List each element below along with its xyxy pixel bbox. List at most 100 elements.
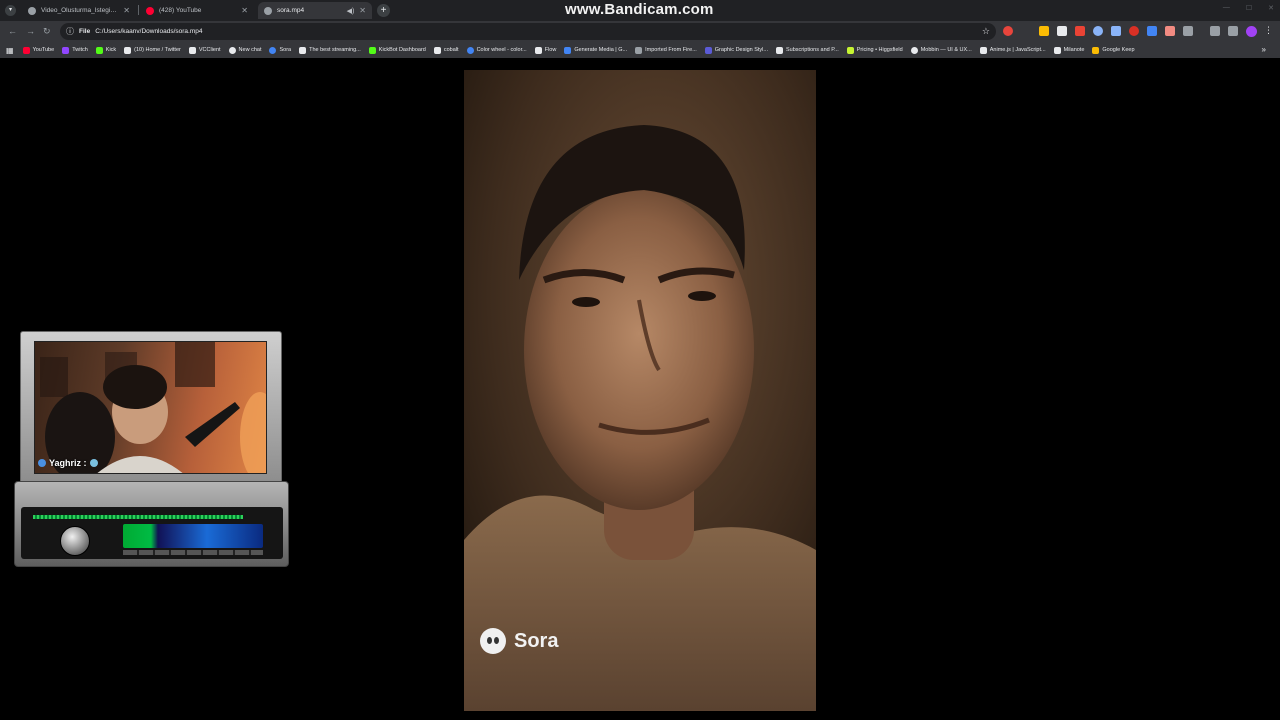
bookmark-youtube[interactable]: YouTube bbox=[19, 46, 59, 54]
bookmark-star-icon[interactable]: ☆ bbox=[982, 26, 990, 37]
url-text[interactable]: C:/Users/kaanv/Downloads/sora.mp4 bbox=[95, 28, 202, 35]
more-menu-icon[interactable]: ⋮ bbox=[1264, 25, 1273, 36]
bookmark-cobalt[interactable]: cobalt bbox=[430, 46, 463, 54]
bookmark-twitch[interactable]: Twitch bbox=[58, 46, 92, 54]
bookmark-google-keep[interactable]: Google Keep bbox=[1088, 46, 1138, 54]
url-scheme: File bbox=[79, 28, 91, 35]
tab-label: (428) YouTube bbox=[159, 7, 202, 14]
bookmark-sora[interactable]: Sora bbox=[265, 46, 295, 54]
bookmark-favicon bbox=[979, 46, 987, 54]
bookmark-label: Anime.js | JavaScript... bbox=[989, 47, 1046, 53]
google-keep-icon bbox=[1092, 46, 1100, 54]
bookmark-graphic-design[interactable]: Graphic Design Styl... bbox=[701, 46, 772, 54]
media-control-icon[interactable] bbox=[1228, 26, 1238, 36]
kickbot-icon bbox=[368, 46, 376, 54]
sora-watermark: Sora bbox=[480, 628, 558, 654]
bookmarks-overflow-icon[interactable]: » bbox=[1262, 45, 1266, 54]
emote-icon bbox=[89, 459, 98, 467]
webcam-username-label: Yaghriz : bbox=[38, 458, 98, 468]
flow-icon bbox=[534, 46, 542, 54]
apps-grid-icon[interactable]: ▦ bbox=[6, 46, 19, 55]
color-wheel-icon bbox=[466, 46, 474, 54]
bookmark-kickbot[interactable]: KickBot Dashboard bbox=[365, 46, 430, 54]
bookmark-label: Mobbin — UI & UX... bbox=[920, 47, 972, 53]
bookmark-label: YouTube bbox=[32, 47, 55, 53]
bookmark-animejs[interactable]: Anime.js | JavaScript... bbox=[976, 46, 1050, 54]
bookmark-favicon bbox=[188, 46, 196, 54]
maximize-icon[interactable]: ☐ bbox=[1246, 4, 1252, 12]
bookmark-label: Milanote bbox=[1063, 47, 1085, 53]
bookmark-vcclient[interactable]: VCClient bbox=[185, 46, 225, 54]
download-icon[interactable] bbox=[1210, 26, 1220, 36]
close-icon[interactable]: ✕ bbox=[123, 6, 130, 15]
bookmark-label: cobalt bbox=[443, 47, 459, 53]
extension-icon[interactable] bbox=[1057, 26, 1067, 36]
tab-label: sora.mp4 bbox=[277, 7, 305, 14]
bookmark-new-chat[interactable]: New chat bbox=[225, 46, 266, 54]
tab-label: Video_Olusturma_Istegi.mp4 bbox=[41, 7, 119, 14]
sora-logo-icon bbox=[480, 628, 506, 654]
minimize-icon[interactable]: — bbox=[1223, 4, 1230, 12]
bookmark-imported-folder[interactable]: Imported From Fire... bbox=[631, 46, 701, 54]
bookmark-mobbin[interactable]: Mobbin — UI & UX... bbox=[907, 46, 976, 54]
speaker-icon[interactable]: ◀) bbox=[347, 7, 355, 15]
bookmark-generate-media[interactable]: Generate Media | G... bbox=[560, 46, 631, 54]
address-bar[interactable]: ⓘ File C:/Users/kaanv/Downloads/sora.mp4… bbox=[60, 23, 996, 40]
extension-shield-icon[interactable] bbox=[1039, 26, 1049, 36]
openai-icon bbox=[228, 46, 236, 54]
bookmark-label: Subscriptions and P... bbox=[785, 47, 839, 53]
stereo-button-row bbox=[123, 550, 263, 555]
globe-icon bbox=[28, 6, 36, 15]
recording-watermark: www.Bandicam.com bbox=[565, 1, 714, 18]
higgsfield-icon bbox=[846, 46, 854, 54]
tab-video-request[interactable]: Video_Olusturma_Istegi.mp4 ✕ bbox=[22, 2, 136, 19]
bookmark-label: Color wheel - color... bbox=[476, 47, 527, 53]
bookmark-twitter[interactable]: (10) Home / Twitter bbox=[120, 46, 185, 54]
tab-search-icon[interactable]: ▾ bbox=[5, 5, 16, 16]
stereo-screen-frame: Yaghriz : bbox=[20, 331, 282, 491]
back-icon[interactable]: ← bbox=[8, 26, 17, 36]
bookmark-kick[interactable]: Kick bbox=[92, 46, 120, 54]
webcam-feed: Yaghriz : bbox=[34, 341, 267, 474]
badge-icon bbox=[38, 459, 46, 467]
extension-icon[interactable] bbox=[1165, 26, 1175, 36]
close-icon[interactable]: ✕ bbox=[359, 6, 366, 15]
bookmark-label: Pricing • Higgsfield bbox=[856, 47, 903, 53]
bookmark-label: Sora bbox=[279, 47, 292, 53]
bookmark-label: Graphic Design Styl... bbox=[714, 47, 768, 53]
milanote-icon bbox=[1053, 46, 1061, 54]
extension-icon[interactable] bbox=[1075, 26, 1085, 36]
x-logo-icon bbox=[124, 46, 132, 54]
extension-icon[interactable] bbox=[1129, 26, 1139, 36]
youtube-icon bbox=[22, 46, 30, 54]
extension-icon[interactable] bbox=[1003, 26, 1013, 36]
bookmark-flow[interactable]: Flow bbox=[531, 46, 561, 54]
bookmark-color-wheel[interactable]: Color wheel - color... bbox=[463, 46, 531, 54]
info-icon[interactable]: ⓘ bbox=[66, 26, 74, 37]
mobbin-icon bbox=[910, 46, 918, 54]
webcam-overlay: Yaghriz : bbox=[14, 331, 289, 567]
bookmark-milanote[interactable]: Milanote bbox=[1050, 46, 1089, 54]
bookmark-higgsfield[interactable]: Pricing • Higgsfield bbox=[843, 46, 907, 54]
tab-sora-mp4[interactable]: sora.mp4 ◀) ✕ bbox=[258, 2, 372, 19]
extension-icon[interactable] bbox=[1147, 26, 1157, 36]
tab-youtube[interactable]: (428) YouTube ✕ bbox=[140, 2, 254, 19]
extension-icon[interactable] bbox=[1093, 26, 1103, 36]
bookmark-label: New chat bbox=[238, 47, 262, 53]
stereo-led-strip bbox=[33, 515, 243, 519]
bookmark-subscriptions[interactable]: Subscriptions and P... bbox=[772, 46, 843, 54]
bookmark-label: Twitch bbox=[72, 47, 88, 53]
bookmark-favicon bbox=[775, 46, 783, 54]
globe-icon bbox=[264, 6, 272, 15]
profile-avatar[interactable] bbox=[1246, 26, 1257, 37]
forward-icon[interactable]: → bbox=[26, 26, 35, 36]
close-window-icon[interactable]: ✕ bbox=[1268, 4, 1274, 12]
reload-icon[interactable]: ↻ bbox=[43, 26, 51, 37]
puzzle-icon[interactable] bbox=[1183, 26, 1193, 36]
video-frame bbox=[464, 70, 816, 711]
bookmark-streaming[interactable]: The best streaming... bbox=[295, 46, 365, 54]
new-tab-button[interactable]: + bbox=[377, 4, 390, 17]
video-player[interactable]: Sora bbox=[464, 70, 816, 711]
close-icon[interactable]: ✕ bbox=[241, 6, 248, 15]
extension-icon[interactable] bbox=[1111, 26, 1121, 36]
